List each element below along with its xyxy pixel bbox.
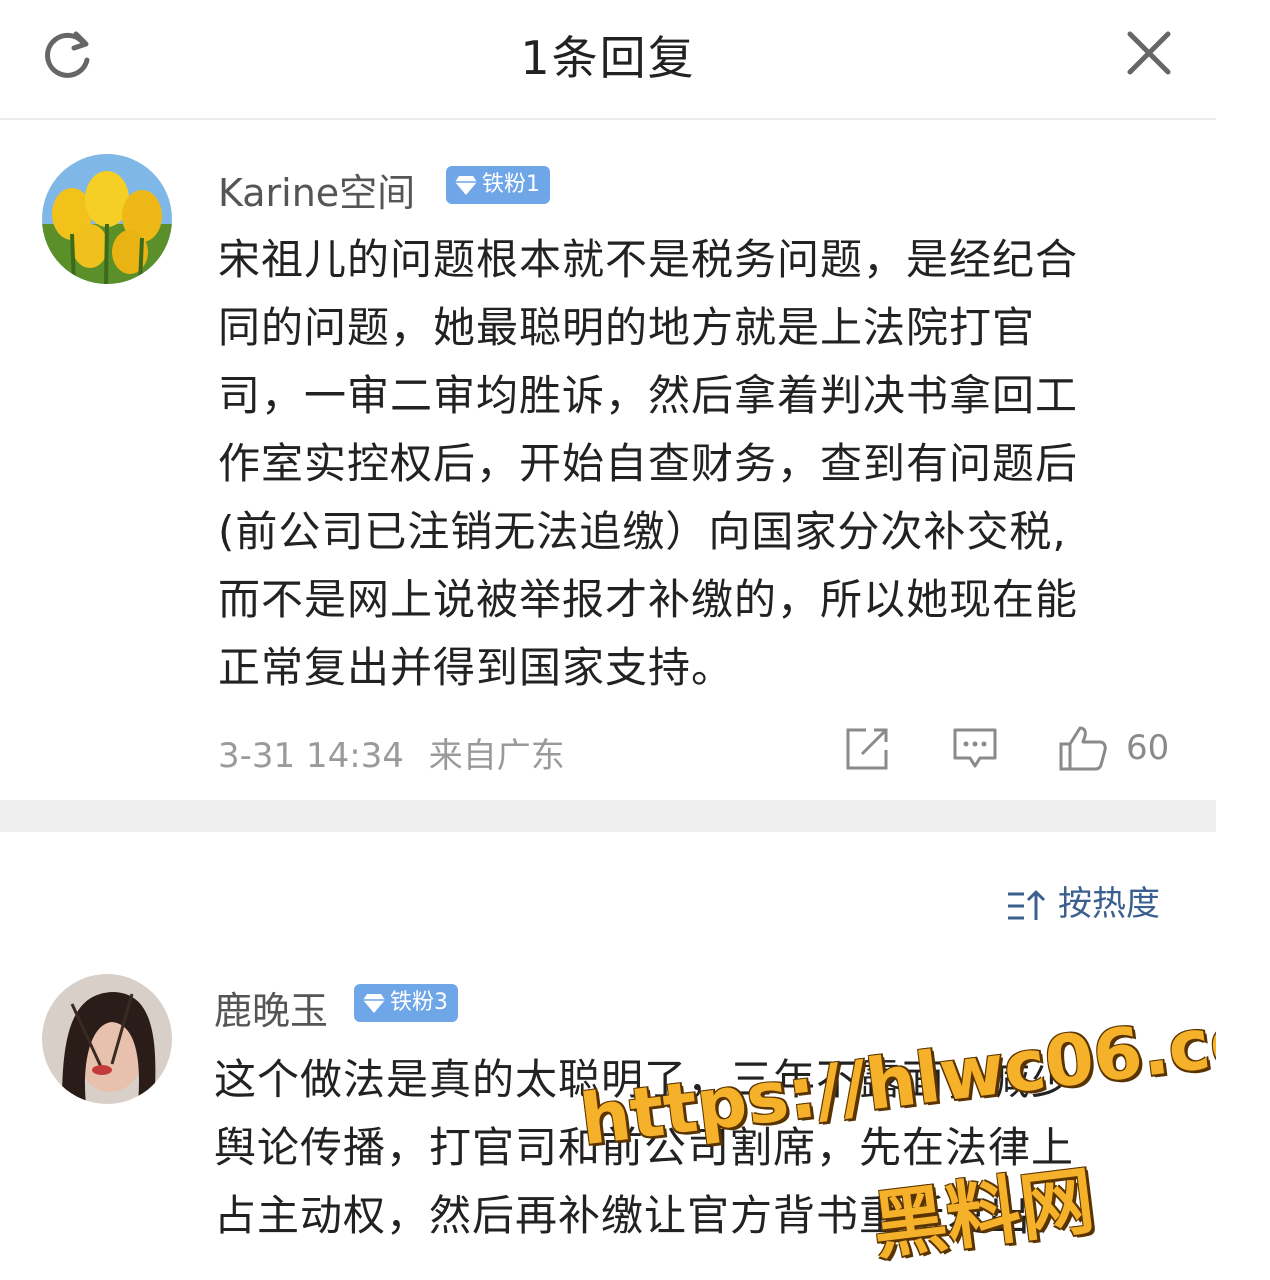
comment-meta: 3-31 14:34 来自广东: [218, 728, 565, 777]
avatar[interactable]: [42, 154, 172, 284]
sort-label: 按热度: [1058, 884, 1160, 924]
sort-button[interactable]: 按热度: [1006, 876, 1160, 926]
sort-icon: [1008, 890, 1046, 920]
comment-line: 司，一审二审均胜诉，然后拿着判决书拿回工: [218, 371, 1079, 420]
comment-item: 鹿晚玉 铁粉3 这个做法是真的太聪明了，三年不露面，减少 舆论传播，打官司和前公…: [0, 950, 1216, 1280]
diamond-icon: [363, 994, 385, 1013]
diamond-icon: [455, 176, 477, 195]
section-divider: [0, 800, 1216, 832]
like-icon[interactable]: [1058, 724, 1108, 772]
comment-line: 而不是网上说被举报才补缴的，所以她现在能: [218, 575, 1079, 624]
like-count: 60: [1126, 728, 1170, 768]
comment-line: 同的问题，她最聪明的地方就是上法院打官: [218, 303, 1036, 352]
comment-line: 宋祖儿的问题根本就不是税务问题，是经纪合: [218, 235, 1079, 284]
comment-location: 来自广东: [428, 736, 565, 776]
fan-badge: 铁粉3: [354, 984, 458, 1022]
reply-icon[interactable]: [952, 726, 998, 772]
comment-item: Karine空间 铁粉1 宋祖儿的问题根本就不是税务问题，是经纪合 同的问题，她…: [0, 0, 1216, 800]
comment-line: 舆论传播，打官司和前公司割席，先在法律上: [214, 1123, 1075, 1172]
badge-label: 铁粉1: [482, 172, 540, 197]
comment-line: 作室实控权后，开始自查财务，查到有问题后: [218, 439, 1079, 488]
comment-text: 宋祖儿的问题根本就不是税务问题，是经纪合 同的问题，她最聪明的地方就是上法院打官…: [218, 226, 1078, 702]
comment-line: 这个做法是真的太聪明了，三年不露面，减少: [214, 1055, 1075, 1104]
comment-line: (前公司已注销无法追缴）向国家分次补交税,: [218, 507, 1067, 556]
comment-line: 正常复出并得到国家支持。: [218, 643, 735, 692]
username[interactable]: 鹿晚玉: [214, 980, 328, 1035]
fan-badge: 铁粉1: [446, 166, 550, 204]
share-icon[interactable]: [844, 726, 890, 772]
comment-time: 3-31 14:34: [218, 736, 404, 776]
comment-text: 这个做法是真的太聪明了，三年不露面，减少 舆论传播，打官司和前公司割席，先在法律…: [214, 1046, 1074, 1250]
comment-line: 占主动权，然后再补缴让官方背书重新复出。: [214, 1191, 1075, 1240]
username[interactable]: Karine空间: [218, 162, 415, 217]
page-edge: [1216, 0, 1270, 1280]
avatar[interactable]: [42, 974, 172, 1104]
badge-label: 铁粉3: [390, 990, 448, 1015]
